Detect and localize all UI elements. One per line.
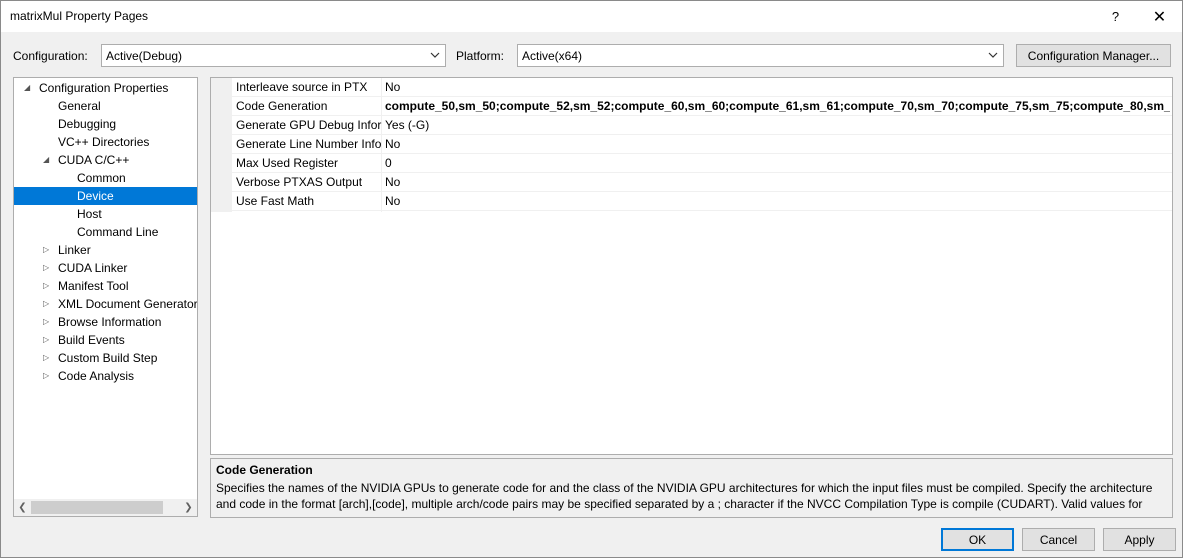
expand-arrow-icon[interactable]: ▷ <box>43 241 53 259</box>
configuration-manager-button[interactable]: Configuration Manager... <box>1016 44 1171 67</box>
apply-button[interactable]: Apply <box>1103 528 1176 551</box>
title-bar[interactable]: matrixMul Property Pages ? ✕ <box>1 1 1182 32</box>
property-name: Verbose PTXAS Output <box>236 175 363 189</box>
tree-item-label: Device <box>77 189 114 203</box>
tree-item-manifest-tool[interactable]: ▷ Manifest Tool <box>14 277 197 295</box>
window-title: matrixMul Property Pages <box>10 9 149 23</box>
expand-arrow-icon[interactable]: ▷ <box>43 277 53 295</box>
tree-item-general[interactable]: General <box>14 97 197 115</box>
tree-item-label: VC++ Directories <box>58 135 150 149</box>
tree-item-label: Host <box>77 207 102 221</box>
grid-gutter <box>211 78 232 212</box>
tree-item-label: Debugging <box>58 117 117 131</box>
property-row-code-generation[interactable]: Code Generation compute_50,sm_50;compute… <box>232 97 1172 116</box>
tree-item-label: Browse Information <box>58 315 162 329</box>
description-panel: Code Generation Specifies the names of t… <box>210 458 1173 518</box>
expand-arrow-icon[interactable]: ▷ <box>43 259 53 277</box>
expand-arrow-icon[interactable]: ▷ <box>43 313 53 331</box>
property-row-line-number-info[interactable]: Generate Line Number Info No <box>232 135 1172 154</box>
tree-item-host[interactable]: Host <box>14 205 197 223</box>
chevron-down-icon <box>988 52 998 58</box>
tree-item-label: XML Document Generator <box>58 297 198 311</box>
tree-item-label: Build Events <box>58 333 125 347</box>
tree-item-vc-directories[interactable]: VC++ Directories <box>14 133 197 151</box>
property-value[interactable]: Yes (-G) <box>385 116 1170 135</box>
tree-item-configuration-properties[interactable]: ◢ Configuration Properties <box>14 79 197 97</box>
property-name: Generate GPU Debug Inforr <box>236 118 382 132</box>
property-tree[interactable]: ◢ Configuration Properties General Debug… <box>13 77 198 517</box>
tree-item-build-events[interactable]: ▷ Build Events <box>14 331 197 349</box>
expand-arrow-icon[interactable]: ▷ <box>43 295 53 313</box>
property-value[interactable]: No <box>385 192 1170 211</box>
cancel-button[interactable]: Cancel <box>1022 528 1095 551</box>
property-name: Use Fast Math <box>236 194 315 208</box>
help-button[interactable]: ? <box>1093 1 1138 32</box>
scroll-right-icon[interactable]: ❯ <box>180 499 197 516</box>
property-row-verbose-ptxas[interactable]: Verbose PTXAS Output No <box>232 173 1172 192</box>
tree-item-device[interactable]: Device <box>14 187 197 205</box>
configuration-dropdown[interactable]: Active(Debug) <box>101 44 446 67</box>
scroll-left-icon[interactable]: ❮ <box>14 499 31 516</box>
chevron-down-icon <box>430 52 440 58</box>
configuration-label: Configuration: <box>13 49 88 63</box>
collapse-arrow-icon[interactable]: ◢ <box>24 79 34 97</box>
platform-label: Platform: <box>456 49 505 63</box>
expand-arrow-icon[interactable]: ▷ <box>43 367 53 385</box>
property-value[interactable]: 0 <box>385 154 1170 173</box>
tree-item-custom-build-step[interactable]: ▷ Custom Build Step <box>14 349 197 367</box>
tree-item-label: Code Analysis <box>58 369 135 383</box>
collapse-arrow-icon[interactable]: ◢ <box>43 151 53 169</box>
tree-item-linker[interactable]: ▷ Linker <box>14 241 197 259</box>
tree-item-label: Linker <box>58 243 91 257</box>
property-pages-dialog: matrixMul Property Pages ? ✕ Configurati… <box>0 0 1183 558</box>
description-title: Code Generation <box>216 463 313 477</box>
property-value[interactable]: No <box>385 173 1170 192</box>
close-button[interactable]: ✕ <box>1137 1 1182 32</box>
tree-item-browse-information[interactable]: ▷ Browse Information <box>14 313 197 331</box>
expand-arrow-icon[interactable]: ▷ <box>43 331 53 349</box>
tree-item-label: Configuration Properties <box>39 81 169 95</box>
scrollbar-thumb[interactable] <box>31 501 163 514</box>
property-name: Generate Line Number Info <box>236 137 382 151</box>
property-row-gpu-debug-info[interactable]: Generate GPU Debug Inforr Yes (-G) <box>232 116 1172 135</box>
tree-item-label: Command Line <box>77 225 159 239</box>
tree-item-xml-document-generator[interactable]: ▷ XML Document Generator <box>14 295 197 313</box>
tree-item-debugging[interactable]: Debugging <box>14 115 197 133</box>
tree-item-label: Manifest Tool <box>58 279 129 293</box>
property-name: Code Generation <box>236 99 328 113</box>
property-value[interactable]: No <box>385 135 1170 154</box>
property-value[interactable]: compute_50,sm_50;compute_52,sm_52;comput… <box>385 97 1170 116</box>
ok-button[interactable]: OK <box>941 528 1014 551</box>
tree-item-code-analysis[interactable]: ▷ Code Analysis <box>14 367 197 385</box>
property-row-use-fast-math[interactable]: Use Fast Math No <box>232 192 1172 211</box>
platform-value: Active(x64) <box>522 49 583 63</box>
tree-item-label: CUDA Linker <box>58 261 128 275</box>
property-value[interactable]: No <box>385 78 1170 97</box>
tree-item-label: CUDA C/C++ <box>58 153 130 167</box>
platform-dropdown[interactable]: Active(x64) <box>517 44 1004 67</box>
tree-item-cuda-cpp[interactable]: ◢ CUDA C/C++ <box>14 151 197 169</box>
expand-arrow-icon[interactable]: ▷ <box>43 349 53 367</box>
tree-horizontal-scrollbar[interactable]: ❮ ❯ <box>14 499 197 516</box>
tree-item-common[interactable]: Common <box>14 169 197 187</box>
property-grid: Interleave source in PTX No Code Generat… <box>210 77 1173 455</box>
description-text: Specifies the names of the NVIDIA GPUs t… <box>216 481 1153 514</box>
tree-item-label: Common <box>77 171 126 185</box>
tree-item-cuda-linker[interactable]: ▷ CUDA Linker <box>14 259 197 277</box>
property-row-max-used-register[interactable]: Max Used Register 0 <box>232 154 1172 173</box>
property-name: Max Used Register <box>236 156 339 170</box>
property-name: Interleave source in PTX <box>236 80 368 94</box>
configuration-value: Active(Debug) <box>106 49 183 63</box>
property-row-interleave-source[interactable]: Interleave source in PTX No <box>232 78 1172 97</box>
tree-item-label: General <box>58 99 101 113</box>
tree-item-command-line[interactable]: Command Line <box>14 223 197 241</box>
tree-item-label: Custom Build Step <box>58 351 158 365</box>
